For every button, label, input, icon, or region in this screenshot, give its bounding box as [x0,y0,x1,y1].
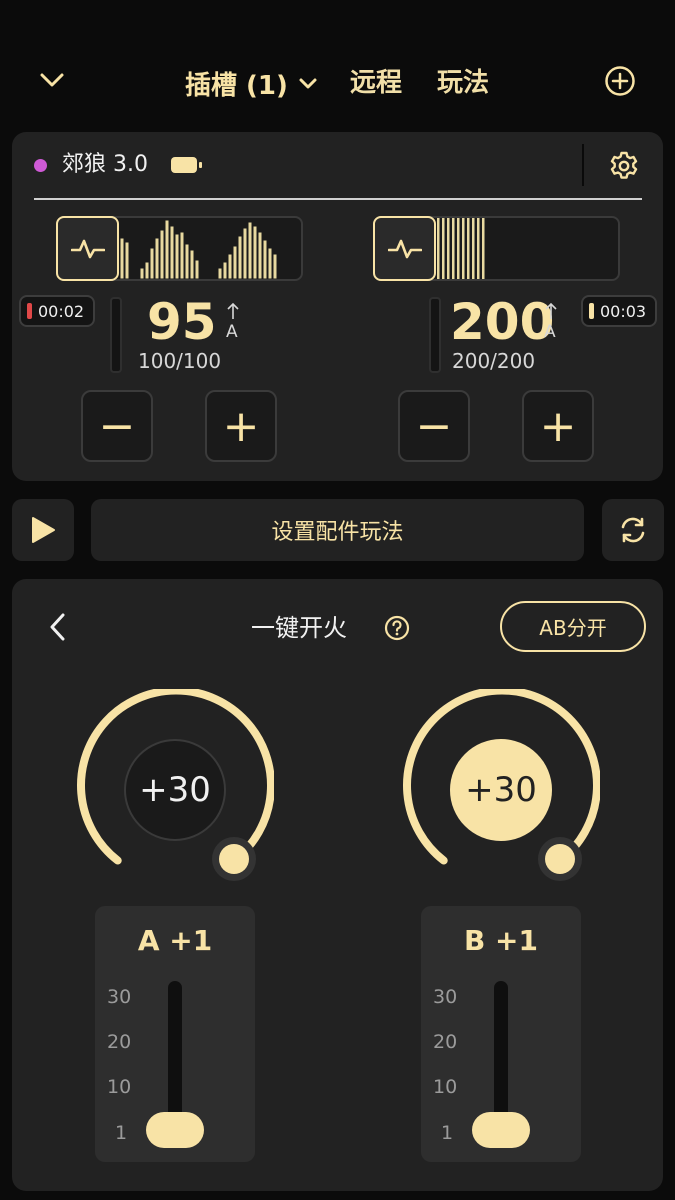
channel-b-timer-bar [589,303,594,319]
channel-b-unit: A [544,322,556,342]
slider-b-title: B +1 [463,924,539,957]
pulse-icon [387,239,422,258]
slider-a-tick-30: 30 [107,986,132,1008]
help-circle-icon[interactable] [384,615,410,641]
channel-a-timer-text: 00:02 [38,301,85,321]
channel-b-limit: 200/200 [452,349,536,373]
slider-b-tick-20: 20 [433,1031,458,1053]
tab-slot-label: 插槽 (1) [185,70,288,101]
slider-a-card: A +1 30 20 10 1 [95,906,255,1162]
play-icon [32,517,55,543]
settings-gear-icon[interactable] [608,150,640,182]
tab-remote[interactable]: 远程 [350,64,402,102]
channel-a-minus-button[interactable]: − [81,390,153,462]
collapse-chevron-icon[interactable] [38,66,66,94]
tab-play[interactable]: 玩法 [437,64,489,102]
level-bar-a [110,297,122,373]
slider-b-card: B +1 30 20 10 1 [421,906,581,1162]
refresh-icon [621,517,645,543]
slider-a-tick-10: 10 [107,1076,132,1098]
slider-b-tick-1: 1 [441,1122,454,1144]
slider-b-tick-30: 30 [433,986,458,1008]
slider-b-track[interactable] [494,981,508,1131]
header-divider [582,144,584,186]
play-button[interactable] [12,499,74,561]
panel-title: 一键开火 [251,614,347,642]
waveform-a-select-button[interactable] [56,216,119,281]
slider-a-tick-20: 20 [107,1031,132,1053]
fire-panel: 一键开火 AB分开 +30 +30 A +1 30 20 10 1 B +1 3… [12,579,663,1191]
channel-a-timer-bar [27,303,32,319]
channel-b-plus-button[interactable]: + [522,390,594,462]
level-bar-b [429,297,441,373]
slider-b-tick-10: 10 [433,1076,458,1098]
slider-a-track[interactable] [168,981,182,1131]
set-accessory-play-button[interactable]: 设置配件玩法 [91,499,584,561]
waveform-b-select-button[interactable] [373,216,436,281]
channel-b-up-arrow-icon [544,302,558,324]
battery-icon [171,157,202,173]
knob-a-value[interactable]: +30 [124,739,226,841]
knob-b-value[interactable]: +30 [450,739,552,841]
channel-a-timer: 00:02 [19,295,95,327]
ab-split-button[interactable]: AB分开 [500,601,646,652]
channel-a-unit: A [226,322,238,342]
knob-a-handle[interactable] [212,837,256,881]
slider-a-title: A +1 [137,924,213,957]
channel-b-timer-text: 00:03 [600,301,647,321]
slot-dropdown-chevron-icon [298,73,318,93]
channel-a-value: 95 [147,293,217,351]
slider-a-tick-1: 1 [115,1122,128,1144]
refresh-button[interactable] [602,499,664,561]
channel-a-up-arrow-icon [226,302,240,324]
back-chevron-icon[interactable] [46,611,70,643]
tab-slot[interactable]: 插槽 (1) [185,64,318,102]
channel-b-timer: 00:03 [581,295,657,327]
add-circle-icon[interactable] [604,65,636,97]
channel-b-value: 200 [450,293,555,351]
knob-b-handle[interactable] [538,837,582,881]
device-name: 郊狼 3.0 [62,152,148,177]
slider-b-thumb[interactable] [472,1112,530,1148]
channel-a-limit: 100/100 [138,349,222,373]
slider-a-thumb[interactable] [146,1112,204,1148]
device-status-dot [34,159,47,172]
channel-a-plus-button[interactable]: + [205,390,277,462]
device-divider [34,198,642,200]
channel-b-minus-button[interactable]: − [398,390,470,462]
pulse-icon [70,239,105,258]
device-card: 郊狼 3.0 95 A 100/100 200 A 200/200 − + − … [12,132,663,481]
